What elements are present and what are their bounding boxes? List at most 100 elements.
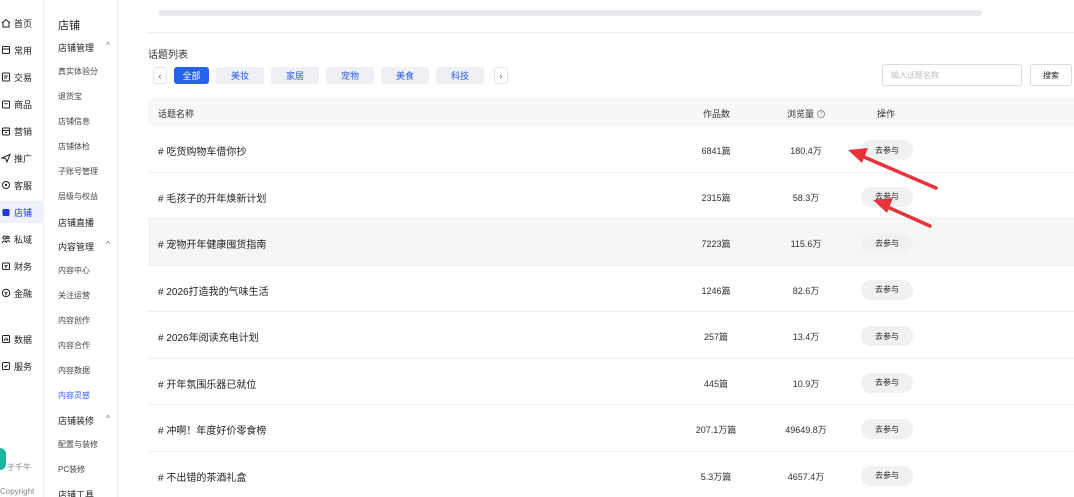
help-icon[interactable]: ? bbox=[817, 109, 826, 118]
nav-group-label: 店铺装修 bbox=[58, 416, 95, 426]
nav-group-store-decoration[interactable]: 店铺装修 ^ bbox=[58, 414, 114, 427]
table-row: # 冲啊！年度好价零食榜 207.1万篇 49649.8万 去参与 bbox=[148, 405, 1074, 452]
table-row: # 2026打造我的气味生活 1246篇 82.6万 去参与 bbox=[148, 266, 1074, 312]
nav-item-service[interactable]: 服务 bbox=[0, 355, 44, 377]
category-chip-pets[interactable]: 宠物 bbox=[326, 67, 374, 84]
nav-group-label: 内容管理 bbox=[58, 242, 95, 252]
views-count: 180.4万 bbox=[790, 146, 822, 156]
header-topic-name: 话题名称 bbox=[158, 109, 195, 119]
home-icon bbox=[1, 18, 11, 28]
nav-item-store-live[interactable]: 店铺直播 bbox=[58, 216, 94, 229]
nav-item-home[interactable]: 首页 bbox=[0, 12, 44, 34]
document-icon bbox=[1, 72, 11, 82]
category-chip-home[interactable]: 家居 bbox=[271, 67, 319, 84]
works-count: 5.3万篇 bbox=[700, 471, 732, 482]
table-row: # 2026年阅读充电计划 257篇 13.4万 去参与 bbox=[148, 312, 1074, 359]
chat-badge-icon[interactable] bbox=[0, 448, 6, 470]
nav-item-label: 私域 bbox=[14, 234, 33, 245]
bookmark-icon bbox=[1, 45, 11, 55]
nav-item-goods[interactable]: 商品 bbox=[0, 93, 44, 115]
search-button[interactable]: 搜索 bbox=[1030, 64, 1072, 86]
nav-item-promotion[interactable]: 推广 bbox=[0, 147, 44, 169]
footer-copyright: Copyright bbox=[0, 487, 35, 496]
category-chip-all[interactable]: 全部 bbox=[174, 67, 209, 84]
store-icon bbox=[1, 207, 11, 217]
join-button[interactable]: 去参与 bbox=[861, 279, 913, 300]
nav-group-store-tools[interactable]: 店铺工具 bbox=[58, 488, 94, 497]
table-row: # 不出错的茶酒礼盒 5.3万篇 4657.4万 去参与 bbox=[148, 452, 1074, 497]
secondary-nav: 店铺 店铺管理 ^ 真实体验分 退货宝 店铺信息 店铺体检 子账号管理 层级与权… bbox=[44, 0, 118, 497]
nav-item-store-info[interactable]: 店铺信息 bbox=[58, 116, 90, 127]
next-category-button[interactable]: › bbox=[494, 67, 508, 84]
nav-item-config-decoration[interactable]: 配置与装修 bbox=[58, 439, 98, 450]
headset-icon bbox=[1, 180, 11, 190]
join-button[interactable]: 去参与 bbox=[861, 233, 913, 253]
header-views: 浏览量? bbox=[787, 107, 826, 120]
nav-item-content-cooperation[interactable]: 内容合作 bbox=[58, 340, 90, 351]
views-count: 82.6万 bbox=[792, 285, 820, 296]
join-button[interactable]: 去参与 bbox=[861, 140, 913, 160]
topic-name: # 毛孩子的开年焕新计划 bbox=[158, 193, 267, 205]
nav-group-store-management[interactable]: 店铺管理 ^ bbox=[58, 41, 114, 54]
nav-item-data[interactable]: 数据 bbox=[0, 328, 44, 350]
nav-item-finance[interactable]: 财务 bbox=[0, 255, 44, 277]
nav-item-customer-service[interactable]: 客服 bbox=[0, 174, 44, 196]
nav-item-sub-accounts[interactable]: 子账号管理 bbox=[58, 166, 98, 177]
nav-item-level-benefits[interactable]: 层级与权益 bbox=[58, 191, 98, 202]
topic-name: # 宠物开年健康囤货指南 bbox=[158, 240, 267, 251]
works-count: 2315篇 bbox=[701, 192, 731, 203]
prev-category-button[interactable]: ‹ bbox=[153, 67, 167, 84]
category-chip-food[interactable]: 美食 bbox=[381, 67, 429, 84]
category-chip-tech[interactable]: 科技 bbox=[436, 67, 484, 84]
divider bbox=[148, 32, 1074, 33]
table-header: 话题名称 作品数 浏览量? 操作 bbox=[148, 98, 1074, 126]
join-button[interactable]: 去参与 bbox=[861, 465, 913, 486]
works-count: 257篇 bbox=[703, 332, 729, 342]
nav-item-store[interactable]: 店铺 bbox=[0, 201, 44, 223]
nav-item-pc-decoration[interactable]: PC装修 bbox=[58, 464, 85, 475]
nav-item-store-checkup[interactable]: 店铺体检 bbox=[58, 141, 90, 152]
header-views-label: 浏览量 bbox=[787, 109, 815, 119]
nav-group-content-management[interactable]: 内容管理 ^ bbox=[58, 240, 114, 253]
chevron-up-icon: ^ bbox=[106, 240, 110, 249]
nav-item-frequent[interactable]: 常用 bbox=[0, 39, 44, 61]
header-action: 操作 bbox=[877, 109, 896, 119]
nav-item-trade[interactable]: 交易 bbox=[0, 66, 44, 88]
nav-item-label: 数据 bbox=[14, 334, 33, 345]
nav-item-content-creation[interactable]: 内容创作 bbox=[58, 315, 90, 326]
nav-item-label: 交易 bbox=[14, 72, 33, 83]
join-button[interactable]: 去参与 bbox=[861, 326, 913, 346]
category-chip-beauty[interactable]: 美妆 bbox=[216, 67, 264, 84]
nav-item-label: 首页 bbox=[14, 18, 33, 29]
chart-icon bbox=[1, 334, 11, 344]
nav-item-label: 商品 bbox=[14, 99, 33, 110]
views-count: 10.9万 bbox=[792, 378, 820, 389]
nav-item-follow-ops[interactable]: 关注运营 bbox=[58, 290, 90, 301]
nav-item-private-domain[interactable]: 私域 bbox=[0, 228, 44, 250]
topic-name: # 冲啊！年度好价零食榜 bbox=[158, 426, 267, 437]
works-count: 7223篇 bbox=[701, 239, 731, 249]
join-button[interactable]: 去参与 bbox=[861, 186, 913, 207]
nav-item-marketing[interactable]: 营销 bbox=[0, 120, 44, 142]
nav-item-financing[interactable]: 金融 bbox=[0, 282, 44, 304]
topic-search-input[interactable]: 输入话题名称 bbox=[882, 64, 1022, 86]
category-filter-bar: ‹ 全部 美妆 家居 宠物 美食 科技 › bbox=[153, 66, 508, 85]
nav-item-real-experience-score[interactable]: 真实体验分 bbox=[58, 66, 98, 77]
nav-item-return-insurance[interactable]: 退货宝 bbox=[58, 91, 82, 102]
views-count: 13.4万 bbox=[792, 332, 820, 342]
shopping-bag-icon bbox=[1, 99, 11, 109]
service-icon bbox=[1, 361, 11, 371]
calendar-icon bbox=[1, 126, 11, 136]
views-count: 58.3万 bbox=[792, 192, 820, 203]
nav-item-content-center[interactable]: 内容中心 bbox=[58, 265, 90, 276]
nav-item-label: 营销 bbox=[14, 126, 33, 137]
join-button[interactable]: 去参与 bbox=[861, 372, 913, 393]
table-row: # 宠物开年健康囤货指南 7223篇 115.6万 去参与 bbox=[148, 219, 1074, 266]
nav-item-content-data[interactable]: 内容数据 bbox=[58, 365, 90, 376]
join-button[interactable]: 去参与 bbox=[861, 419, 913, 439]
views-count: 4657.4万 bbox=[787, 471, 825, 482]
nav-group-label: 店铺管理 bbox=[58, 43, 95, 53]
nav-item-content-inspiration[interactable]: 内容灵感 bbox=[58, 390, 90, 401]
views-count: 115.6万 bbox=[790, 239, 822, 249]
topic-name: # 开年氛围乐器已就位 bbox=[158, 379, 257, 391]
